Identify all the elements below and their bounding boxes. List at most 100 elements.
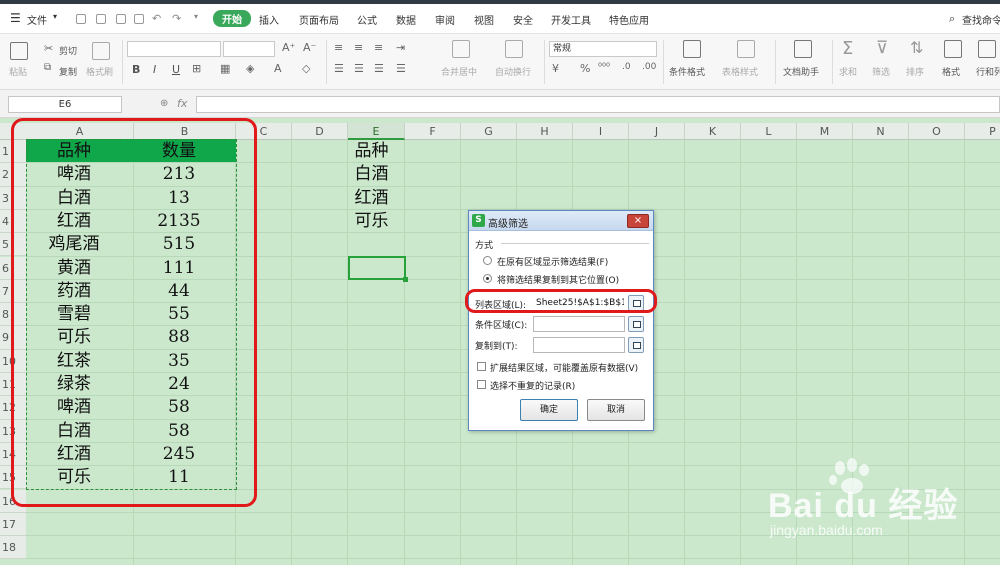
column-header-m[interactable]: M	[797, 123, 853, 140]
align-left-icon[interactable]: ☰	[334, 63, 344, 74]
customize-icon[interactable]: ▾	[194, 12, 198, 21]
percent-icon[interactable]: %	[580, 63, 590, 74]
undo-icon[interactable]: ↶	[152, 12, 161, 25]
fx-icon[interactable]: fx	[177, 97, 187, 110]
column-header-d[interactable]: D	[292, 123, 348, 140]
copy-button[interactable]: 复制	[59, 65, 77, 78]
decrease-decimal-icon[interactable]: .00	[642, 63, 656, 72]
column-header-j[interactable]: J	[629, 123, 685, 140]
tab-page-layout[interactable]: 页面布局	[299, 12, 339, 27]
font-size-select[interactable]	[223, 41, 275, 57]
print-icon[interactable]	[116, 14, 126, 24]
doc-assistant-icon[interactable]	[794, 40, 812, 58]
close-button[interactable]: ×	[627, 214, 649, 228]
row-header[interactable]: 18	[0, 536, 26, 560]
expand-label[interactable]: 扩展结果区域，可能覆盖原有数据(V)	[490, 361, 638, 374]
format-painter-button[interactable]: 格式刷	[86, 65, 113, 78]
radio-copy-to[interactable]	[483, 274, 492, 283]
column-header-l[interactable]: L	[741, 123, 797, 140]
sort-icon[interactable]: ⇅	[910, 40, 923, 56]
column-header-i[interactable]: I	[573, 123, 629, 140]
copy-to-input[interactable]	[533, 337, 625, 353]
brush-icon[interactable]	[92, 42, 110, 60]
font-name-select[interactable]	[127, 41, 221, 57]
eraser-icon[interactable]: ◇	[302, 63, 310, 74]
search-command[interactable]: 查找命令	[962, 12, 1000, 27]
hamburger-icon[interactable]: ☰	[10, 11, 21, 25]
sum-icon[interactable]: Σ	[842, 40, 853, 58]
save-icon[interactable]	[76, 14, 86, 24]
font-shrink-icon[interactable]: A⁻	[303, 42, 316, 53]
rows-cols-icon[interactable]	[978, 40, 996, 58]
unique-checkbox[interactable]	[477, 380, 486, 389]
criteria-cell[interactable]: 红酒	[344, 187, 399, 210]
column-header-n[interactable]: N	[853, 123, 909, 140]
formula-input[interactable]	[196, 96, 1000, 113]
format-icon[interactable]	[944, 40, 962, 58]
tab-security[interactable]: 安全	[513, 12, 533, 27]
redo-icon[interactable]: ↷	[172, 12, 181, 25]
tab-insert[interactable]: 插入	[259, 12, 279, 27]
dialog-titlebar[interactable]: S 高级筛选 ×	[469, 211, 653, 231]
criteria-range-picker-icon[interactable]	[628, 316, 644, 332]
doc-assistant-button[interactable]: 文档助手	[783, 65, 819, 78]
tab-view[interactable]: 视图	[474, 12, 494, 27]
export-icon[interactable]	[96, 14, 106, 24]
tab-review[interactable]: 审阅	[435, 12, 455, 27]
wrap-icon[interactable]	[505, 40, 523, 58]
search-icon[interactable]: ⌕	[949, 12, 955, 26]
criteria-cell[interactable]: 品种	[344, 140, 399, 163]
file-menu[interactable]: 文件	[27, 12, 47, 27]
ok-button[interactable]: 确定	[520, 399, 578, 421]
number-format-select[interactable]: 常规	[549, 41, 657, 57]
italic-button[interactable]: I	[153, 63, 156, 76]
merge-center-button[interactable]: 合并居中	[441, 65, 477, 78]
column-header-e[interactable]: E	[348, 123, 405, 140]
align-right-icon[interactable]: ☰	[374, 63, 384, 74]
unique-label[interactable]: 选择不重复的记录(R)	[490, 379, 575, 392]
fill-color-icon[interactable]: ▦	[220, 63, 230, 74]
currency-icon[interactable]: ¥	[552, 63, 559, 74]
column-header-o[interactable]: O	[909, 123, 965, 140]
justify-icon[interactable]: ☰	[396, 63, 406, 74]
thousands-icon[interactable]: ⁰⁰⁰	[598, 63, 610, 73]
tab-developer[interactable]: 开发工具	[551, 12, 591, 27]
criteria-cell[interactable]: 可乐	[344, 210, 399, 233]
align-center-icon[interactable]: ☰	[354, 63, 364, 74]
format-button[interactable]: 格式	[942, 65, 960, 78]
paste-icon[interactable]	[10, 42, 28, 60]
merge-icon[interactable]	[452, 40, 470, 58]
preview-icon[interactable]	[134, 14, 144, 24]
chevron-down-icon[interactable]: ▾	[53, 12, 57, 21]
wrap-text-button[interactable]: 自动换行	[495, 65, 531, 78]
conditional-format-button[interactable]: 条件格式	[669, 65, 705, 78]
table-style-icon[interactable]	[737, 40, 755, 58]
table-style-button[interactable]: 表格样式	[722, 65, 758, 78]
zoom-icon[interactable]: ⊕	[160, 98, 168, 109]
rows-cols-button[interactable]: 行和列	[976, 65, 1000, 78]
column-header-k[interactable]: K	[685, 123, 741, 140]
cancel-button[interactable]: 取消	[587, 399, 645, 421]
column-header-h[interactable]: H	[517, 123, 573, 140]
copy-to-picker-icon[interactable]	[628, 337, 644, 353]
increase-decimal-icon[interactable]: .0	[622, 63, 631, 72]
name-box[interactable]: E6	[8, 96, 122, 113]
expand-checkbox[interactable]	[477, 362, 486, 371]
tab-start[interactable]: 开始	[213, 10, 251, 27]
sort-button[interactable]: 排序	[906, 65, 924, 78]
font-grow-icon[interactable]: A⁺	[282, 42, 295, 53]
option-in-place-label[interactable]: 在原有区域显示筛选结果(F)	[497, 255, 608, 268]
paste-button[interactable]: 粘贴	[9, 65, 27, 78]
radio-in-place[interactable]	[483, 256, 492, 265]
indent-icon[interactable]: ⇥	[396, 42, 405, 53]
cut-button[interactable]: 剪切	[59, 44, 77, 57]
column-header-g[interactable]: G	[461, 123, 517, 140]
active-cell-e6[interactable]	[348, 256, 408, 282]
criteria-cell[interactable]: 白酒	[344, 163, 399, 186]
align-top-icon[interactable]: ≡	[334, 42, 343, 53]
conditional-format-icon[interactable]	[683, 40, 701, 58]
column-header-f[interactable]: F	[405, 123, 461, 140]
underline-button[interactable]: U	[172, 63, 180, 76]
border-icon[interactable]: ⊞	[192, 63, 201, 74]
option-copy-label[interactable]: 将筛选结果复制到其它位置(O)	[497, 273, 619, 286]
